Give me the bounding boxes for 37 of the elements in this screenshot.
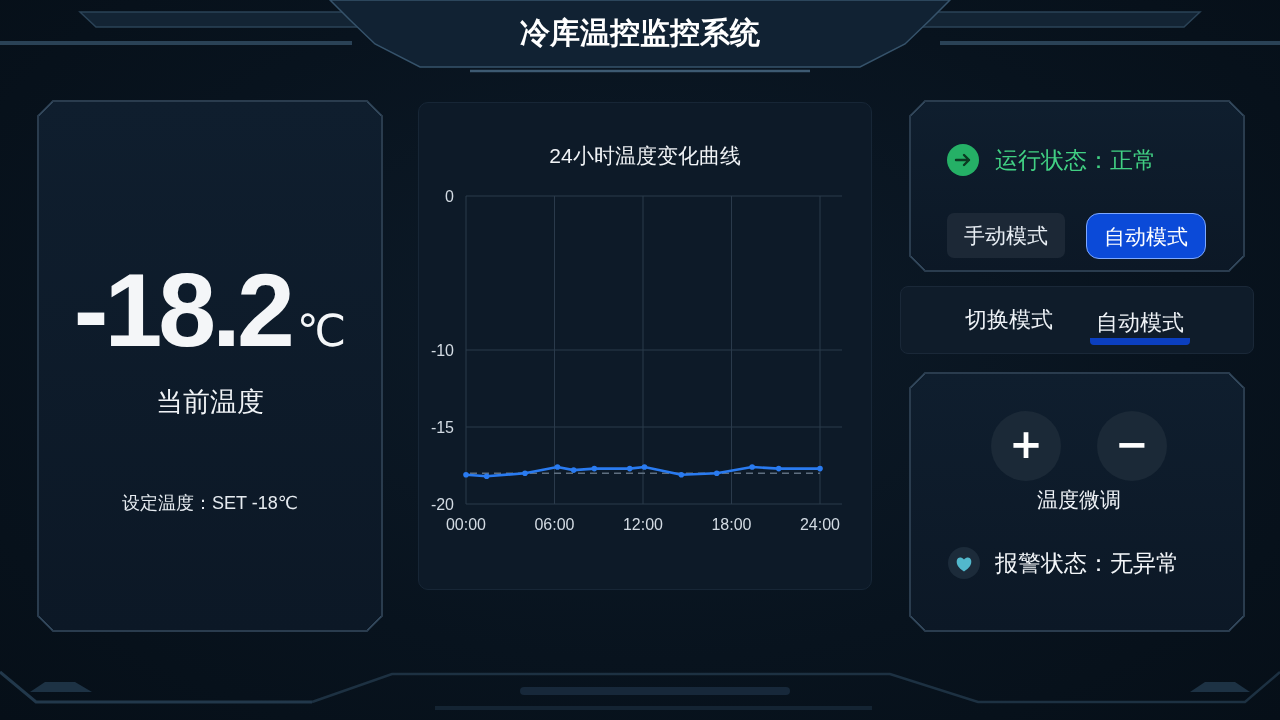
data-point	[626, 465, 633, 472]
data-point	[522, 470, 528, 476]
setpoint-text: 设定温度：SET -18℃	[122, 492, 298, 514]
data-point	[678, 471, 685, 478]
data-point	[713, 470, 720, 476]
fine-adjust-label: 温度微调	[1036, 487, 1121, 513]
y-axis-label: -20	[430, 496, 454, 513]
run-status-text: 运行状态：正常	[995, 146, 1156, 175]
selected-mode-tab[interactable]: 自动模式	[1089, 309, 1190, 345]
y-axis-label: -15	[430, 419, 454, 436]
chart-title: 24小时温度变化曲线	[549, 143, 741, 169]
data-point	[483, 473, 490, 480]
temperature-value: -18.2	[73, 258, 291, 362]
alarm-status-text: 报警状态：无异常	[995, 549, 1179, 578]
x-axis-label: 12:00	[623, 516, 663, 533]
data-point	[591, 465, 598, 472]
mode-button[interactable]: 手动模式	[947, 213, 1065, 258]
temperature-unit: ℃	[296, 309, 347, 353]
x-axis-label: 06:00	[534, 516, 575, 533]
data-point	[775, 465, 782, 472]
switch-mode-label: 切换模式	[964, 306, 1053, 334]
data-point	[641, 464, 648, 470]
increase-button[interactable]: +	[991, 411, 1061, 481]
x-axis-label: 00:00	[446, 516, 486, 533]
data-point	[570, 467, 577, 473]
data-point	[463, 471, 469, 478]
current-temperature-label: 当前温度	[156, 386, 264, 418]
x-axis-label: 24:00	[800, 516, 840, 533]
mode-button[interactable]: 自动模式	[1086, 213, 1206, 259]
data-point	[749, 464, 755, 470]
data-point	[554, 464, 561, 470]
data-point	[817, 465, 823, 472]
page-title: 冷库温控监控系统	[520, 15, 760, 51]
y-axis-label: 0	[445, 188, 454, 205]
decrease-button[interactable]: −	[1097, 411, 1167, 481]
x-axis-label: 18:00	[711, 516, 752, 533]
y-axis-label: -10	[430, 342, 454, 359]
